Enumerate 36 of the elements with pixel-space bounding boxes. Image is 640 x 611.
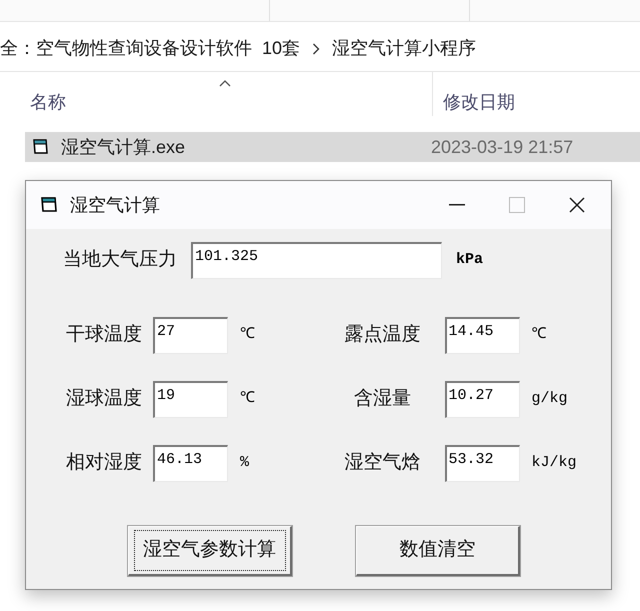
input-field[interactable]: 19 [153,381,228,418]
input-field[interactable]: 10.27 [444,381,520,418]
field-label: 含湿量 [353,387,412,412]
dialog-button[interactable]: 数值清空 [356,526,520,576]
input-field[interactable]: 14.45 [444,317,520,354]
file-date: 2023-03-19 21:57 [431,136,574,158]
unit-label: kJ/kg [532,453,577,474]
breadcrumb-item[interactable]: 全：空气物性查询设备设计软件 10套 [0,35,300,62]
window-icon [33,139,51,155]
dialog-button[interactable]: 湿空气参数计算 [128,526,292,576]
field-label: 当地大气压力 [63,248,178,272]
field-label: 相对湿度 [65,451,143,476]
unit-label: ℃ [240,389,255,410]
field-label: 露点温度 [344,323,422,348]
file-name: 湿空气计算.exe [61,136,186,158]
unit-label: % [240,453,250,474]
unit-label: ℃ [532,325,546,346]
field-label: 干球温度 [65,323,143,348]
input-field[interactable]: 46.13 [153,445,228,482]
input-field[interactable]: 101.325 [191,242,442,279]
file-row[interactable]: 湿空气计算.exe 2023-03-19 21:57 [25,132,640,162]
input-field[interactable]: 27 [153,317,228,354]
window-icon [40,196,60,214]
column-header[interactable]: 修改日期 [443,89,515,116]
breadcrumb-item[interactable]: 湿空气计算小程序 [332,35,476,62]
chevron-icon [312,42,320,54]
column-header[interactable]: 名称 [30,89,66,116]
unit-label: ℃ [240,325,255,346]
input-field[interactable]: 53.32 [444,445,520,482]
close-icon[interactable] [569,197,585,213]
minimize-icon[interactable] [449,204,465,206]
window-title: 湿空气计算 [70,194,160,216]
field-label: 湿球温度 [65,387,143,412]
field-label: 湿空气焓 [344,451,422,476]
unit-label: g/kg [532,389,568,410]
unit-label: kPa [456,250,484,270]
